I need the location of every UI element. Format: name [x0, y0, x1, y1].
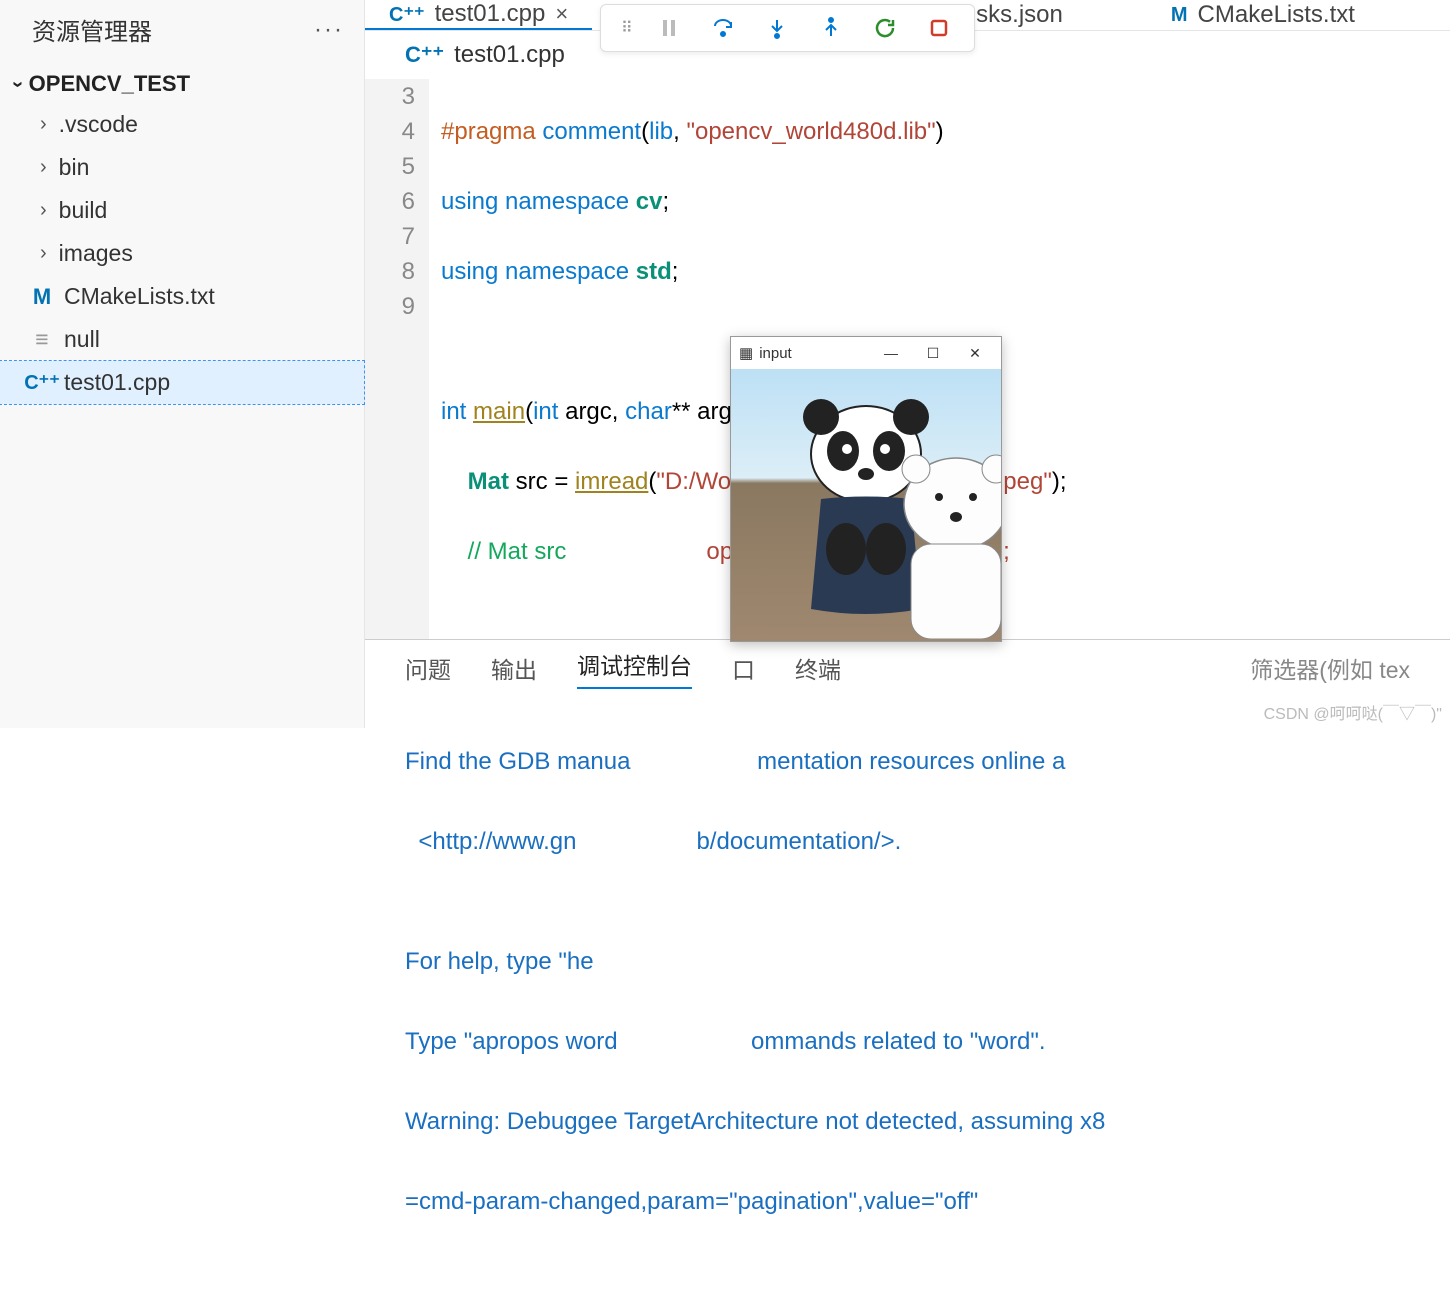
image-window-title: input	[759, 345, 792, 362]
file-label: null	[64, 326, 100, 353]
pause-button[interactable]	[654, 13, 684, 43]
file-label: test01.cpp	[64, 369, 170, 396]
file-label: CMakeLists.txt	[64, 283, 215, 310]
chevron-right-icon: ›	[40, 156, 47, 179]
image-content	[731, 369, 1001, 641]
maximize-button[interactable]: ☐	[915, 345, 951, 362]
breadcrumb-file: test01.cpp	[454, 41, 565, 69]
tab-cmakelists[interactable]: M CMakeLists.txt	[1147, 0, 1379, 30]
folder-build[interactable]: › build	[0, 189, 364, 232]
debug-console-output[interactable]: Find the GDB manua mentation resources o…	[365, 696, 1450, 1308]
bottom-panel: 问题 输出 调试控制台 口 终端 筛选器(例如 tex Find the GDB…	[365, 639, 1450, 1308]
explorer-title: 资源管理器	[32, 12, 152, 47]
close-icon[interactable]: ×	[555, 1, 568, 27]
tab-label: test01.cpp	[435, 0, 546, 28]
minimize-button[interactable]: —	[873, 345, 909, 361]
step-over-button[interactable]	[708, 13, 738, 43]
panel-filter-input[interactable]: 筛选器(例如 tex	[1250, 651, 1410, 685]
tab-label: sks.json	[976, 1, 1063, 29]
tab-label: CMakeLists.txt	[1198, 1, 1355, 29]
folder-label: images	[59, 240, 133, 267]
cmake-icon: M	[1171, 4, 1188, 27]
explorer-more-icon[interactable]: ···	[314, 16, 344, 44]
cpp-icon: C⁺⁺	[24, 370, 60, 395]
panel-tab-debug-console[interactable]: 调试控制台	[577, 647, 692, 689]
file-test01-cpp[interactable]: C⁺⁺test01.cpp	[0, 361, 364, 404]
watermark: CSDN @呵呵哒(￣▽￣)"	[1264, 700, 1442, 724]
chevron-right-icon: ›	[40, 242, 47, 265]
line-gutter: 3456789	[365, 79, 429, 639]
folder-label: .vscode	[59, 111, 138, 138]
restart-button[interactable]	[870, 13, 900, 43]
chevron-down-icon: ›	[6, 81, 29, 88]
project-root[interactable]: › OPENCV_TEST	[0, 65, 364, 103]
panel-tab-ports[interactable]: 口	[732, 651, 755, 685]
debug-toolbar[interactable]: ⠿	[600, 4, 975, 52]
chevron-right-icon: ›	[40, 113, 47, 136]
tab-test01-cpp[interactable]: C⁺⁺ test01.cpp ×	[365, 0, 592, 30]
close-button[interactable]: ✕	[957, 345, 993, 362]
panel-tab-problems[interactable]: 问题	[405, 651, 451, 685]
step-into-button[interactable]	[762, 13, 792, 43]
image-window-titlebar[interactable]: ▦ input — ☐ ✕	[731, 337, 1001, 369]
panel-tab-output[interactable]: 输出	[491, 651, 537, 685]
folder-label: bin	[59, 154, 90, 181]
polar-bear-illustration	[881, 449, 1001, 639]
chevron-right-icon: ›	[40, 199, 47, 222]
file-cmakelists[interactable]: M CMakeLists.txt	[0, 275, 364, 318]
panel-tabs: 问题 输出 调试控制台 口 终端 筛选器(例如 tex	[365, 640, 1450, 696]
image-preview-window[interactable]: ▦ input — ☐ ✕	[730, 336, 1002, 642]
cpp-icon: C⁺⁺	[405, 42, 444, 68]
folder-vscode[interactable]: › .vscode	[0, 103, 364, 146]
file-null[interactable]: ≡ null	[0, 318, 364, 361]
explorer-sidebar: 资源管理器 ··· › OPENCV_TEST › .vscode › bin › b…	[0, 0, 365, 728]
folder-images[interactable]: › images	[0, 232, 364, 275]
folder-bin[interactable]: › bin	[0, 146, 364, 189]
stop-button[interactable]	[924, 13, 954, 43]
file-icon: ≡	[35, 326, 48, 353]
cmake-icon: M	[33, 284, 51, 310]
cpp-icon: C⁺⁺	[389, 2, 425, 27]
folder-label: build	[59, 197, 108, 224]
panel-tab-terminal[interactable]: 终端	[795, 651, 841, 685]
grip-icon[interactable]: ⠿	[621, 18, 630, 38]
step-out-button[interactable]	[816, 13, 846, 43]
project-name: OPENCV_TEST	[29, 71, 190, 97]
window-icon: ▦	[739, 344, 753, 362]
